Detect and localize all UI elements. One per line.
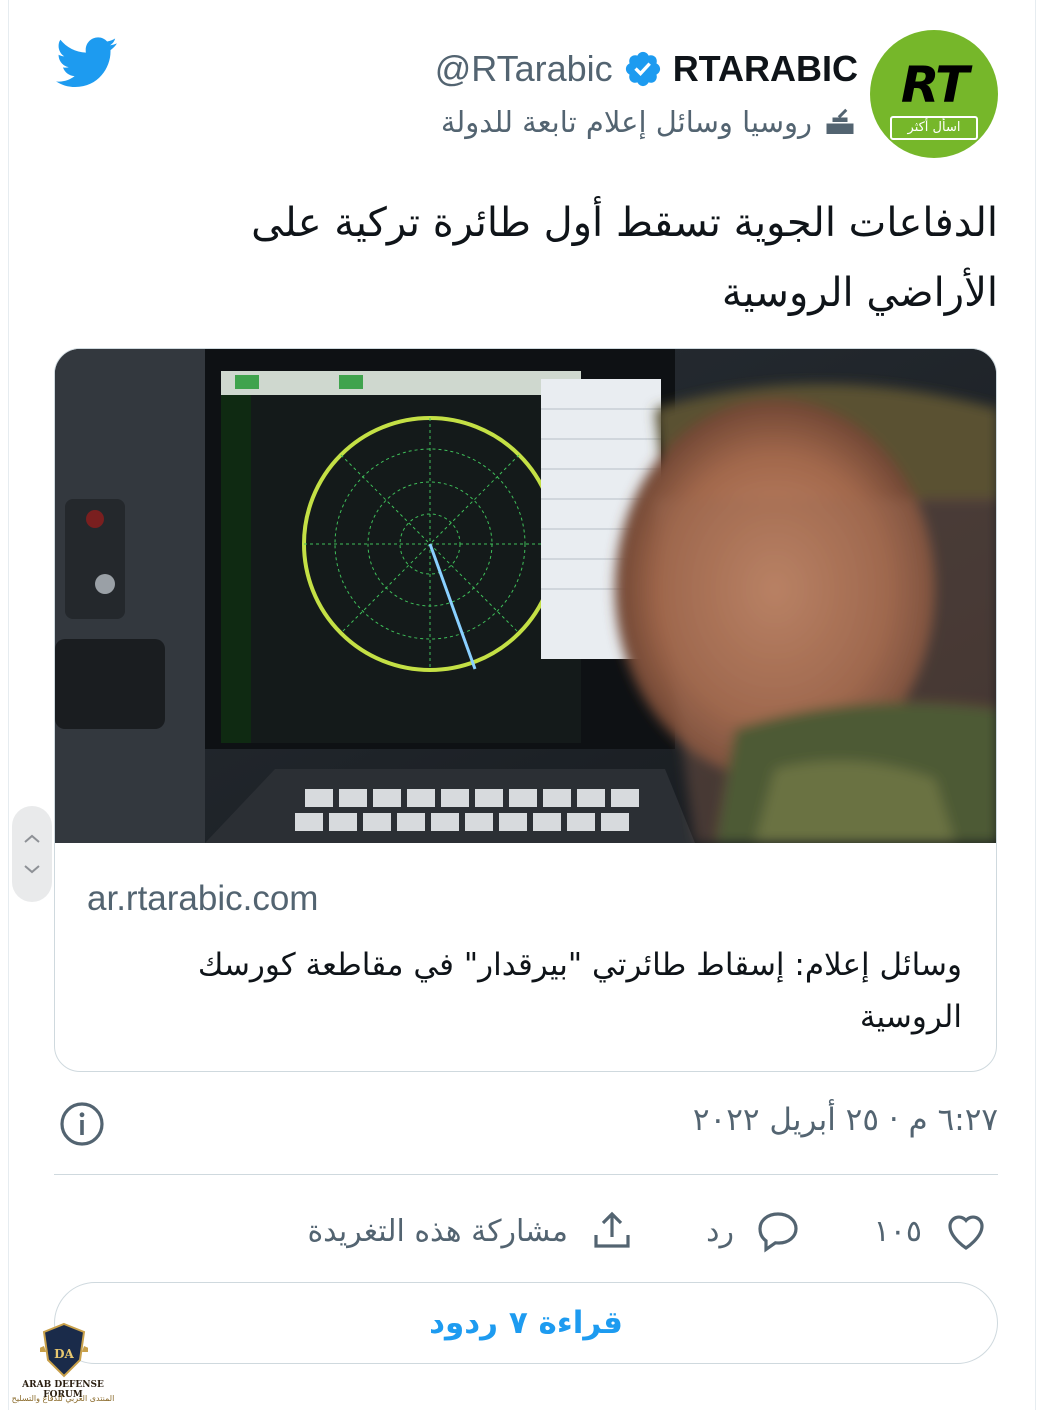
- forum-watermark: DA ARAB DEFENSE FORUM المنتدى العربي للد…: [2, 1316, 124, 1408]
- reply-button[interactable]: رد: [706, 1196, 802, 1266]
- share-icon: [594, 1211, 630, 1248]
- account-name-row: @RTarabic RTARABIC: [435, 44, 858, 94]
- like-button[interactable]: ١٠٥: [874, 1196, 990, 1266]
- info-icon[interactable]: [58, 1100, 106, 1148]
- radar-operator-photo: [55, 349, 996, 843]
- card-domain: ar.rtarabic.com: [87, 879, 319, 918]
- rt-tagline: اسأل أكثر: [890, 116, 978, 140]
- state-media-label[interactable]: روسيا وسائل إعلام تابعة للدولة: [441, 100, 858, 144]
- twitter-bird-icon: [56, 37, 117, 88]
- divider: [54, 1174, 998, 1175]
- scroll-control[interactable]: [12, 806, 52, 902]
- avatar[interactable]: RT اسأل أكثر: [870, 30, 998, 158]
- tweet-text: الدفاعات الجوية تسقط أول طائرة تركية على…: [251, 200, 998, 316]
- like-count: ١٠٥: [873, 1213, 922, 1249]
- tweet-actions: ١٠٥ رد مشاركة هذه التغريدة: [54, 1196, 998, 1266]
- state-media-icon: [826, 108, 854, 134]
- rt-logo: RT: [900, 56, 969, 114]
- reply-icon: [758, 1212, 798, 1253]
- share-button[interactable]: مشاركة هذه التغريدة: [307, 1196, 636, 1266]
- tweet-meta: ٦:٢٧ م · ٢٥ أبريل ٢٠٢٢: [54, 1096, 998, 1152]
- forum-subtitle: المنتدى العربي للدفاع والتسليح: [11, 1394, 115, 1403]
- share-label: مشاركة هذه التغريدة: [307, 1213, 568, 1249]
- read-replies-button[interactable]: قراءة ٧ ردود: [54, 1282, 998, 1364]
- card-title: وسائل إعلام: إسقاط طائرتي "بيرقدار" في م…: [197, 947, 962, 1035]
- account-handle[interactable]: @RTarabic: [435, 48, 613, 90]
- link-card[interactable]: ar.rtarabic.com وسائل إعلام: إسقاط طائرت…: [54, 348, 997, 1072]
- tweet-timestamp[interactable]: ٦:٢٧ م · ٢٥ أبريل ٢٠٢٢: [693, 1102, 998, 1138]
- scroll-arrows-icon: [24, 834, 40, 874]
- verified-badge-icon: [625, 51, 660, 87]
- forum-emblem-icon: DA: [40, 1322, 88, 1378]
- heart-icon: [948, 1215, 984, 1250]
- state-media-label-text: روسيا وسائل إعلام تابعة للدولة: [440, 105, 812, 139]
- card-image[interactable]: [55, 349, 996, 843]
- account-display-name[interactable]: RTARABIC: [673, 48, 858, 90]
- forum-emblem-text: DA: [54, 1347, 74, 1361]
- reply-label: رد: [706, 1213, 734, 1249]
- read-replies-label: قراءة ٧ ردود: [429, 1305, 623, 1341]
